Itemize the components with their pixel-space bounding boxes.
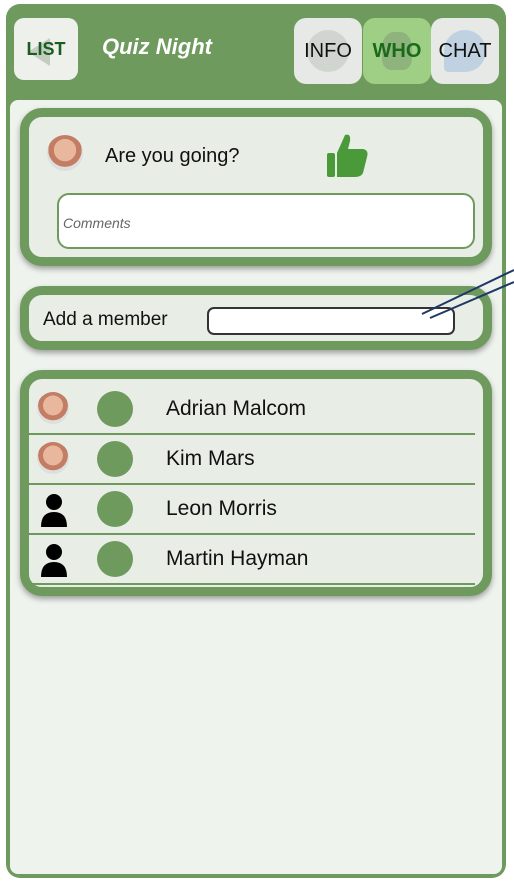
attendance-question: Are you going? xyxy=(105,145,240,167)
status-indicator xyxy=(97,391,133,427)
page-title: Quiz Night xyxy=(102,34,212,59)
tab-info[interactable]: INFO xyxy=(294,18,362,84)
add-member-input[interactable] xyxy=(207,307,455,335)
user-avatar xyxy=(47,135,83,171)
member-name: Kim Mars xyxy=(166,447,255,470)
status-indicator xyxy=(97,441,133,477)
list-item[interactable]: Leon Morris xyxy=(29,485,475,535)
person-silhouette-icon xyxy=(41,494,67,527)
list-item[interactable]: Adrian Malcom xyxy=(29,385,475,435)
tab-chat-label: CHAT xyxy=(438,39,492,62)
comments-field[interactable]: Comments xyxy=(57,193,475,249)
content-panel: Are you going? Comments Add a member Adr… xyxy=(10,100,502,874)
member-avatar xyxy=(37,392,69,424)
app-frame: LIST Quiz Night INFO WHO CHAT Are you go… xyxy=(6,4,506,878)
status-indicator xyxy=(97,491,133,527)
status-indicator xyxy=(97,541,133,577)
list-button[interactable]: LIST xyxy=(14,18,78,80)
add-member-card: Add a member xyxy=(20,286,492,350)
member-name: Adrian Malcom xyxy=(166,397,307,420)
member-name: Martin Hayman xyxy=(166,547,309,570)
thumbs-up-icon[interactable] xyxy=(323,131,373,181)
tab-chat[interactable]: CHAT xyxy=(431,18,499,84)
list-item[interactable]: Martin Hayman xyxy=(29,535,475,585)
member-avatar xyxy=(37,442,69,474)
member-name: Leon Morris xyxy=(166,497,277,520)
tab-who[interactable]: WHO xyxy=(363,18,431,84)
attendance-card: Are you going? Comments xyxy=(20,108,492,266)
list-button-label: LIST xyxy=(26,38,66,59)
tab-who-label: WHO xyxy=(372,39,422,62)
person-silhouette-icon xyxy=(41,544,67,577)
add-member-label: Add a member xyxy=(43,309,168,330)
tab-info-label: INFO xyxy=(304,39,352,62)
list-item[interactable]: Kim Mars xyxy=(29,435,475,485)
members-list: Adrian Malcom Kim Mars Leon Morris Marti… xyxy=(20,370,492,596)
